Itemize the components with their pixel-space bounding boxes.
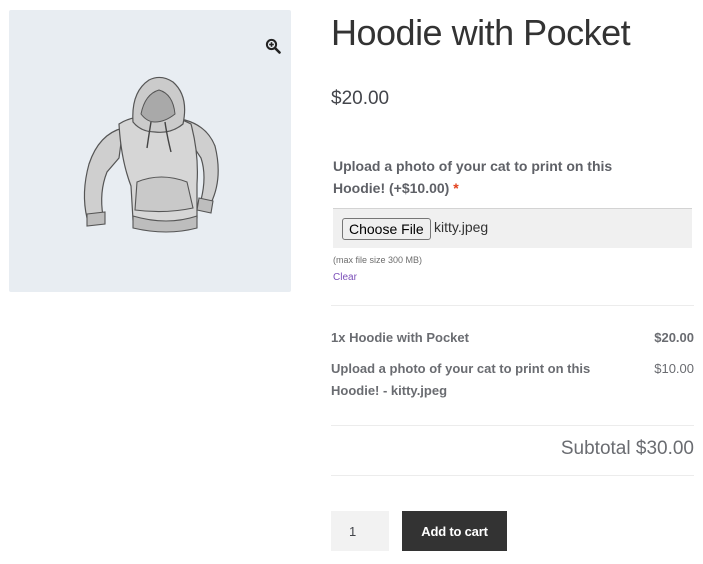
clear-link[interactable]: Clear	[333, 272, 357, 283]
totals-line-amount: $20.00	[654, 330, 694, 345]
totals-line-label: 1x Hoodie with Pocket	[331, 330, 469, 345]
divider	[331, 305, 694, 306]
divider	[331, 475, 694, 476]
addon-label-text: Upload a photo of your cat to print on t…	[333, 158, 613, 196]
hoodie-image[interactable]	[75, 68, 225, 240]
totals-line-label: Upload a photo of your cat to print on t…	[331, 361, 591, 398]
addon-label: Upload a photo of your cat to print on t…	[333, 155, 663, 199]
quantity-input[interactable]	[331, 511, 389, 551]
add-to-cart-button[interactable]: Add to cart	[402, 511, 507, 551]
file-upload-field[interactable]: Choose File kitty.jpeg	[333, 208, 692, 248]
magnifier-plus-icon	[265, 38, 281, 54]
max-file-size-hint: (max file size 300 MB)	[333, 255, 423, 265]
choose-file-button[interactable]: Choose File	[342, 218, 431, 240]
product-price: $20.00	[331, 88, 390, 109]
product-title: Hoodie with Pocket	[331, 12, 631, 53]
selected-file-name: kitty.jpeg	[434, 219, 489, 235]
zoom-button[interactable]	[259, 32, 287, 60]
totals-line-amount: $10.00	[654, 361, 694, 376]
product-gallery	[9, 10, 291, 292]
divider	[331, 425, 694, 426]
subtotal: Subtotal $30.00	[560, 438, 694, 459]
required-mark: *	[453, 180, 459, 196]
